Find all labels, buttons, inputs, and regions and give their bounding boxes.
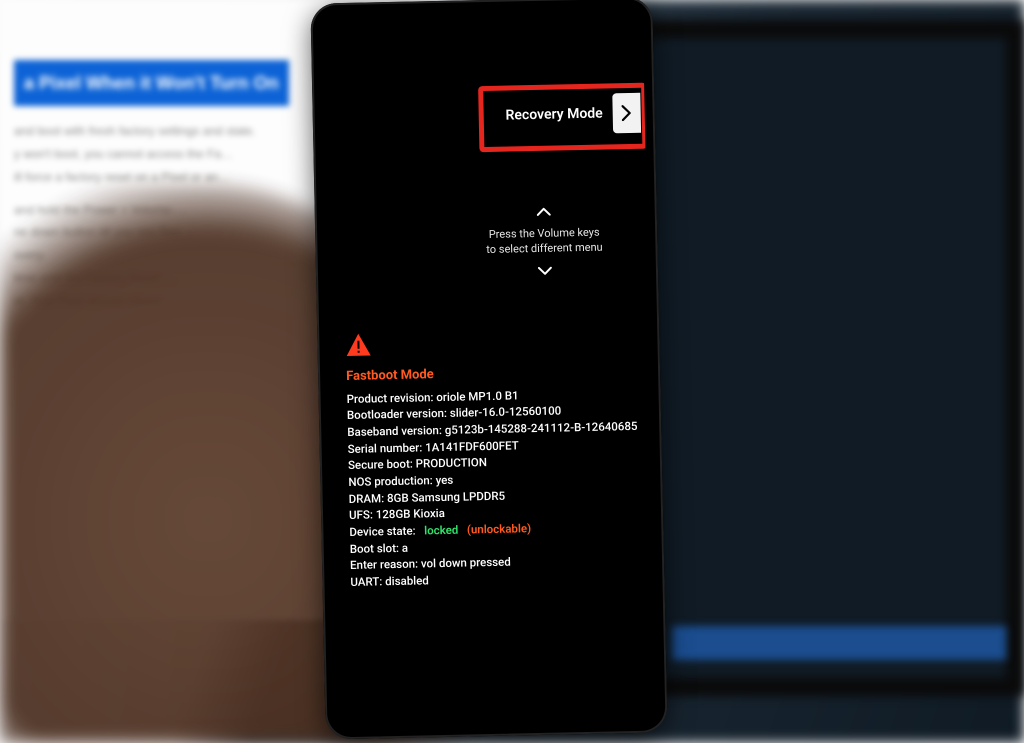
phone-screen: Recovery Mode Press the Volume keys to s… <box>321 11 658 726</box>
background-taskbar <box>672 626 1006 660</box>
warning-triangle-icon <box>345 332 371 357</box>
background-monitor <box>618 20 1024 696</box>
volume-hint-line2: to select different menu <box>459 240 629 258</box>
recovery-mode-label: Recovery Mode <box>495 95 613 133</box>
fastboot-title: Fastboot Mode <box>346 362 638 387</box>
recovery-mode-option[interactable]: Recovery Mode <box>495 93 641 136</box>
chevron-up-icon <box>459 203 629 221</box>
article-headline: a Pixel When it Won't Turn On <box>14 60 289 106</box>
phone-device: Recovery Mode Press the Volume keys to s… <box>310 0 667 740</box>
volume-key-hint: Press the Volume keys to select differen… <box>459 203 631 280</box>
chevron-down-icon <box>460 263 630 281</box>
device-state-unlockable: (unlockable) <box>467 521 532 536</box>
chevron-right-icon <box>612 93 641 134</box>
device-state-locked: locked <box>424 523 458 538</box>
fastboot-info: Fastboot Mode Product revision: oriole M… <box>345 327 642 591</box>
